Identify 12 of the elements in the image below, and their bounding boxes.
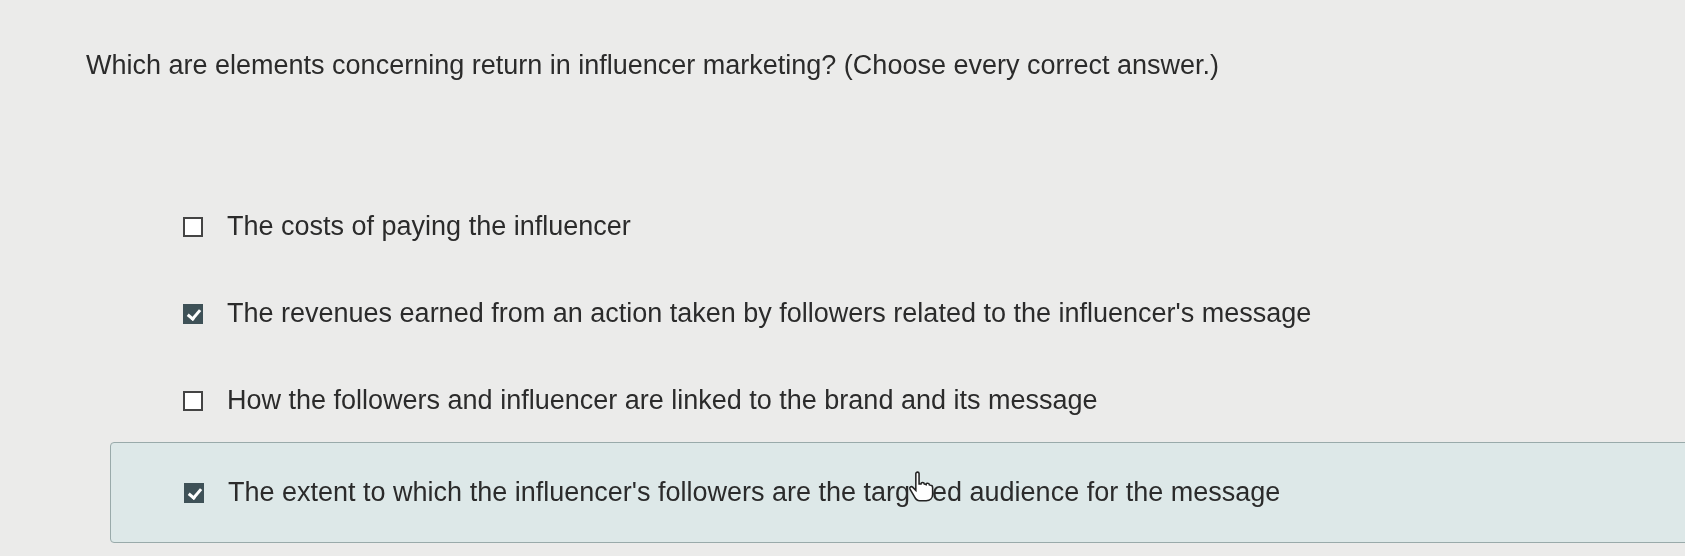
- hand-cursor-icon: [908, 471, 934, 502]
- answer-option[interactable]: The extent to which the influencer's followers are the targ ed audience for the message: [110, 442, 1685, 543]
- checkbox[interactable]: [183, 303, 203, 324]
- checkbox[interactable]: [184, 482, 204, 503]
- question-text: Which are elements concerning return in influencer marketing? (Choose every correct answer.): [86, 50, 1220, 81]
- checkbox[interactable]: [183, 390, 203, 411]
- option-label: The extent to which the influencer's followers are the targ: [228, 477, 910, 508]
- option-label: The revenues earned from an action taken by followers related to the influencer's message: [227, 298, 1312, 329]
- option-label: The costs of paying the influencer: [227, 211, 631, 242]
- checkbox[interactable]: [183, 216, 203, 237]
- option-label: ed audience for the message: [932, 477, 1281, 508]
- option-label: How the followers and influencer are linked to the brand and its message: [227, 385, 1098, 416]
